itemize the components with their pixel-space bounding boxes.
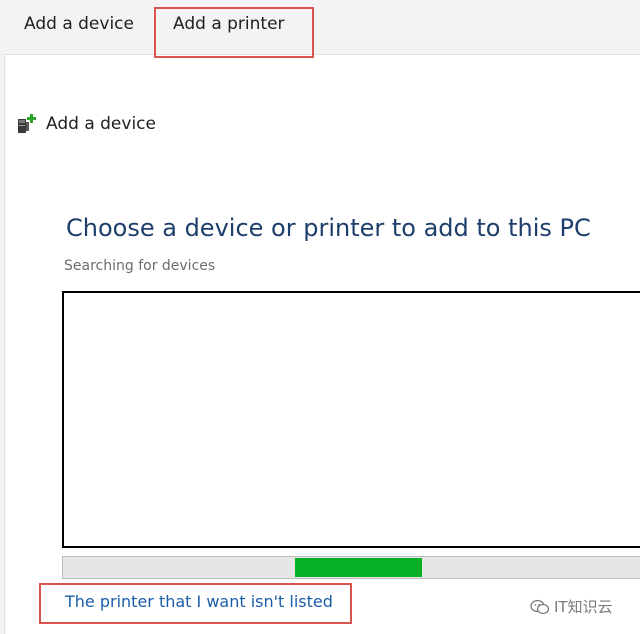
- wechat-icon: [530, 599, 550, 615]
- screenshot-root: Add a device Add a printer Add a device …: [0, 0, 640, 634]
- page-title: Choose a device or printer to add to thi…: [66, 214, 591, 242]
- toolbar: Add a device Add a printer: [0, 0, 640, 52]
- printer-not-listed-link[interactable]: The printer that I want isn't listed: [65, 592, 333, 611]
- search-status: Searching for devices: [64, 258, 216, 274]
- dialog-title-bar: Add a device: [16, 112, 156, 136]
- search-progress-bar: [62, 556, 640, 579]
- dialog-title: Add a device: [46, 114, 156, 134]
- add-device-button[interactable]: Add a device: [24, 14, 134, 34]
- watermark-text: IT知识云: [554, 598, 613, 616]
- device-list[interactable]: [62, 291, 640, 548]
- progress-indicator: [295, 558, 422, 577]
- watermark: IT知识云: [530, 596, 613, 617]
- add-printer-button[interactable]: Add a printer: [173, 14, 285, 34]
- device-with-plus-icon: [16, 113, 38, 135]
